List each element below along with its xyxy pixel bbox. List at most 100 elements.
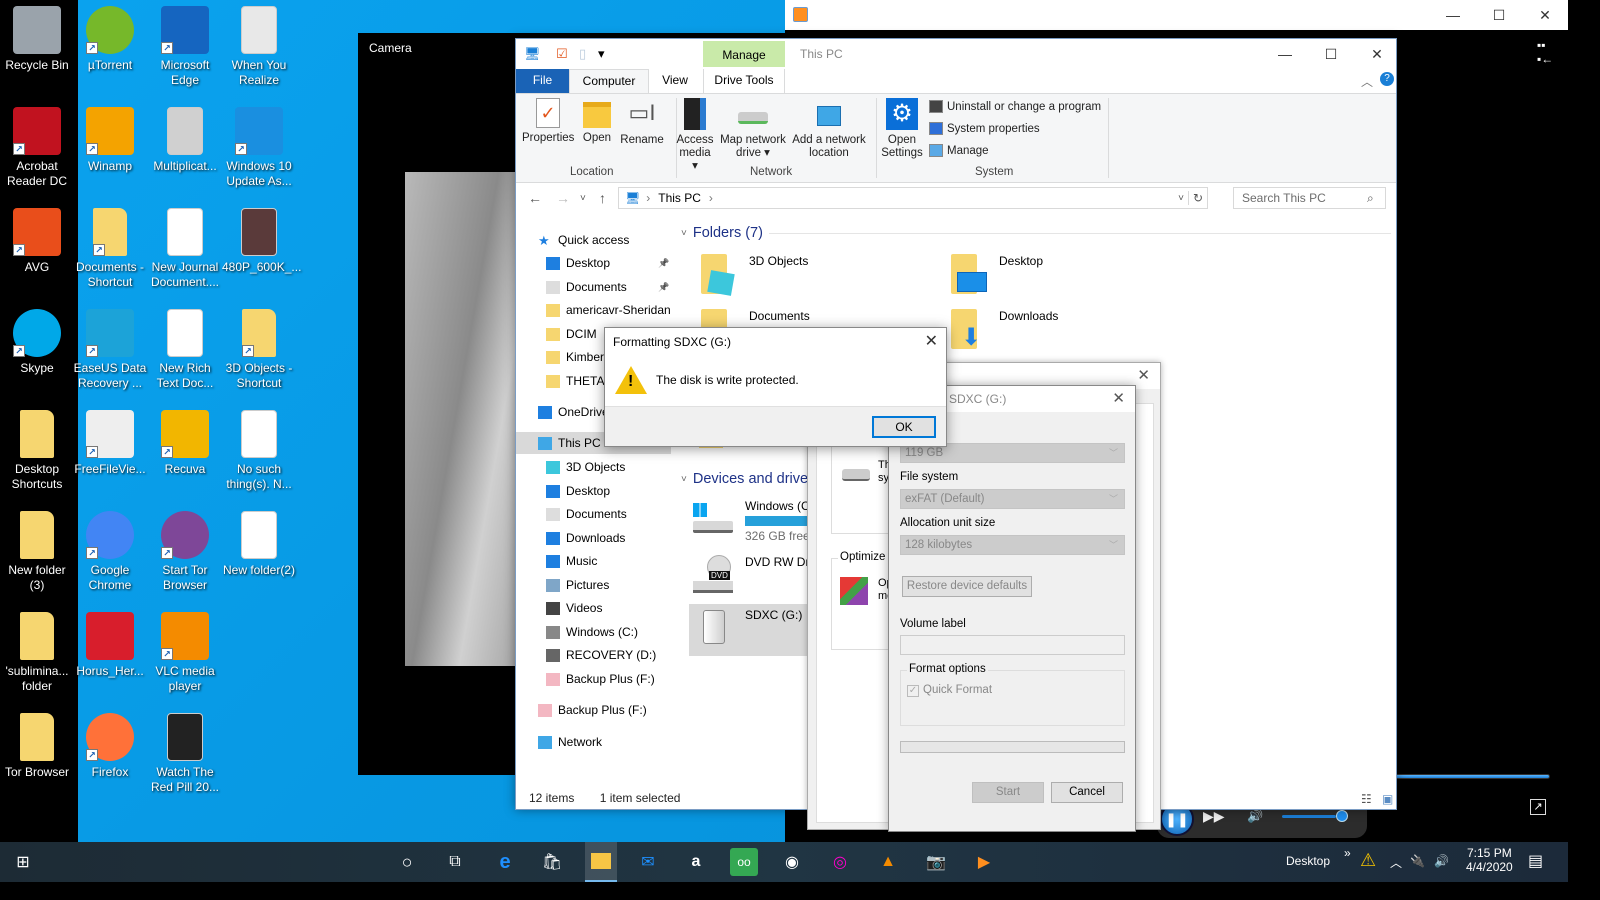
power-icon[interactable]: 🔌 bbox=[1410, 854, 1425, 868]
folder-desktop[interactable]: Desktop bbox=[947, 254, 1043, 296]
nav-item[interactable]: DCIM bbox=[546, 323, 597, 345]
pin-icon[interactable]: 📌 bbox=[658, 252, 669, 274]
desktop-icon-folder[interactable]: Desktop Shortcuts bbox=[0, 410, 74, 492]
nav-item[interactable]: OneDrive bbox=[538, 401, 609, 423]
desktop-icon-video-file[interactable]: 480P_600K_... bbox=[222, 208, 301, 275]
nav-item[interactable]: Kimber bbox=[546, 346, 604, 368]
nav-item[interactable]: Backup Plus (F:) bbox=[538, 699, 647, 721]
nav-item[interactable]: Documents bbox=[546, 503, 627, 525]
volume-slider[interactable] bbox=[1282, 815, 1337, 818]
amazon-icon[interactable]: a bbox=[682, 848, 710, 876]
volume-label-input[interactable] bbox=[900, 635, 1125, 655]
details-view-icon[interactable]: ☷ bbox=[1361, 792, 1372, 806]
help-icon[interactable]: ? bbox=[1380, 72, 1394, 86]
tripadvisor-icon[interactable]: oo bbox=[730, 848, 758, 876]
desktop-icon-rtf-file[interactable]: New Rich Text Doc... bbox=[148, 309, 222, 391]
mail-icon[interactable]: ✉ bbox=[634, 848, 662, 876]
desktop-icon-vlc[interactable]: ↗ VLC media player bbox=[148, 612, 222, 694]
desktop-icon-folder[interactable]: 'sublimina... folder bbox=[0, 612, 74, 694]
large-icons-view-icon[interactable]: ▣ bbox=[1382, 792, 1393, 806]
nav-item[interactable]: Windows (C:) bbox=[546, 621, 638, 643]
recent-locations-button[interactable]: ˅ bbox=[580, 193, 586, 204]
fullscreen-switch-icon[interactable]: ↗ bbox=[1530, 799, 1546, 815]
tab-file[interactable]: File bbox=[516, 69, 569, 93]
nav-item[interactable]: Documents 📌 bbox=[546, 276, 669, 298]
open-settings-button[interactable]: ⚙ Open Settings bbox=[880, 98, 924, 160]
player-close-button[interactable]: ✕ bbox=[1522, 0, 1568, 30]
alert-close-button[interactable]: ✕ bbox=[925, 331, 938, 351]
nav-item[interactable]: Desktop 📌 bbox=[546, 252, 669, 274]
back-button[interactable]: ← bbox=[528, 190, 542, 206]
store-icon[interactable]: 🛍 bbox=[538, 848, 566, 876]
desktop-icon-utorrent[interactable]: ↗ µTorrent bbox=[73, 6, 147, 73]
desktop-icon-blank-file[interactable]: New folder(2) bbox=[222, 511, 296, 578]
file-system-select[interactable]: exFAT (Default) bbox=[900, 489, 1125, 509]
vlc-icon[interactable]: ▲ bbox=[874, 848, 902, 876]
nav-item[interactable]: Downloads bbox=[546, 527, 625, 549]
desktop-toolbar-label[interactable]: Desktop bbox=[1286, 854, 1330, 868]
volume-knob[interactable] bbox=[1336, 810, 1348, 822]
ok-button[interactable]: OK bbox=[872, 416, 936, 438]
access-media-button[interactable]: Access media ▾ bbox=[676, 98, 714, 173]
nav-item[interactable]: Videos bbox=[546, 597, 602, 619]
desktop-icon-skype[interactable]: ↗ Skype bbox=[0, 309, 74, 376]
start-button[interactable]: ⊞ bbox=[9, 848, 37, 876]
refresh-icon[interactable]: ↻ bbox=[1187, 191, 1207, 205]
rename-button[interactable]: ▭I Rename bbox=[620, 98, 664, 147]
toolbar-expand-icon[interactable]: » bbox=[1344, 846, 1351, 860]
folder-downloads[interactable]: ⬇ Downloads bbox=[947, 309, 1058, 351]
desktop-icon-tor[interactable]: ↗ Start Tor Browser bbox=[148, 511, 222, 593]
search-input[interactable]: Search This PC bbox=[1233, 187, 1386, 209]
clock[interactable]: 7:15 PM 4/4/2020 bbox=[1466, 846, 1513, 874]
desktop-icon-windows-update[interactable]: ↗ Windows 10 Update As... bbox=[222, 107, 296, 189]
explorer-close-button[interactable]: ✕ bbox=[1354, 39, 1400, 69]
nav-item[interactable]: americavr-Sheridan. bbox=[546, 299, 671, 321]
seek-bar[interactable] bbox=[1395, 774, 1551, 779]
system-properties-button[interactable]: System properties bbox=[929, 122, 1040, 135]
webcam-icon[interactable]: ◉ bbox=[778, 848, 806, 876]
desktop-icon-winamp[interactable]: ↗ Winamp bbox=[73, 107, 147, 174]
volume-tray-icon[interactable]: 🔊 bbox=[1434, 854, 1449, 868]
map-network-drive-button[interactable]: Map network drive ▾ bbox=[718, 98, 788, 160]
allocation-unit-select[interactable]: 128 kilobytes bbox=[900, 535, 1125, 555]
switch-to-library-icon[interactable]: ▪▪ ▪← bbox=[1537, 38, 1553, 66]
address-dropdown-icon[interactable]: ˅ bbox=[1178, 193, 1184, 204]
nav-item[interactable]: THETA bbox=[546, 370, 604, 392]
desktop-icon-chrome[interactable]: ↗ Google Chrome bbox=[73, 511, 147, 593]
new-folder-qat-icon[interactable]: ▯ bbox=[579, 46, 586, 62]
desktop-icon-firefox[interactable]: ↗ Firefox bbox=[73, 713, 147, 780]
show-hidden-icons[interactable]: ︿ bbox=[1390, 854, 1402, 871]
desktop-icon-image-file[interactable]: Multiplicat... bbox=[148, 107, 222, 174]
explorer-titlebar[interactable]: 🖥 ☑ ▯ ▾ Manage This PC — ☐ ✕ bbox=[516, 39, 1396, 69]
write-protected-alert[interactable]: Formatting SDXC (G:) ✕ ! The disk is wri… bbox=[604, 327, 947, 447]
fast-forward-button[interactable]: ▶▶ bbox=[1203, 808, 1225, 825]
cancel-button[interactable]: Cancel bbox=[1051, 782, 1123, 803]
properties-button[interactable]: ✓ Properties bbox=[522, 98, 574, 145]
customize-qat-icon[interactable]: ▾ bbox=[598, 46, 605, 62]
breadcrumb-separator[interactable]: › bbox=[709, 191, 713, 205]
format-dialog[interactable]: g SDXC (G:)✕ 119 GB File system exFAT (D… bbox=[888, 385, 1136, 832]
desktop-icon-pdf[interactable]: Horus_Her... bbox=[73, 612, 147, 679]
nav-item[interactable]: Backup Plus (F:) bbox=[546, 668, 655, 690]
up-button[interactable]: ↑ bbox=[599, 190, 606, 206]
properties-close-button[interactable]: ✕ bbox=[1137, 366, 1150, 384]
add-network-location-button[interactable]: Add a network location bbox=[790, 98, 868, 160]
quick-format-checkbox[interactable]: ✓ bbox=[907, 685, 919, 697]
desktop-icon-freefileviewer[interactable]: ↗ FreeFileVie... bbox=[73, 410, 147, 477]
desktop-icon-blank-file[interactable]: New Journal Document.... bbox=[148, 208, 222, 290]
address-bar[interactable]: 🖥 › This PC › ˅ ↻ bbox=[618, 187, 1208, 209]
nav-item[interactable]: RECOVERY (D:) bbox=[546, 644, 656, 666]
desktop-icon-acrobat[interactable]: ↗ Acrobat Reader DC bbox=[0, 107, 74, 189]
edge-icon[interactable]: e bbox=[491, 848, 519, 876]
devices-section-header[interactable]: ˅ Devices and drive bbox=[681, 471, 821, 487]
desktop-icon-video-file[interactable]: Watch The Red Pill 20... bbox=[148, 713, 222, 795]
folders-section-header[interactable]: ˅ Folders (7) bbox=[681, 225, 1391, 241]
folder-3d-objects[interactable]: 3D Objects bbox=[697, 254, 808, 296]
camera-icon[interactable]: 📷 bbox=[922, 848, 950, 876]
player-minimize-button[interactable]: — bbox=[1430, 0, 1476, 30]
task-view-icon[interactable]: ⧉ bbox=[441, 848, 469, 876]
tab-computer[interactable]: Computer bbox=[569, 69, 649, 93]
file-explorer-icon[interactable] bbox=[585, 842, 617, 882]
player-titlebar[interactable]: — ☐ ✕ bbox=[785, 0, 1568, 30]
warning-tray-icon[interactable]: ⚠ bbox=[1360, 850, 1376, 871]
